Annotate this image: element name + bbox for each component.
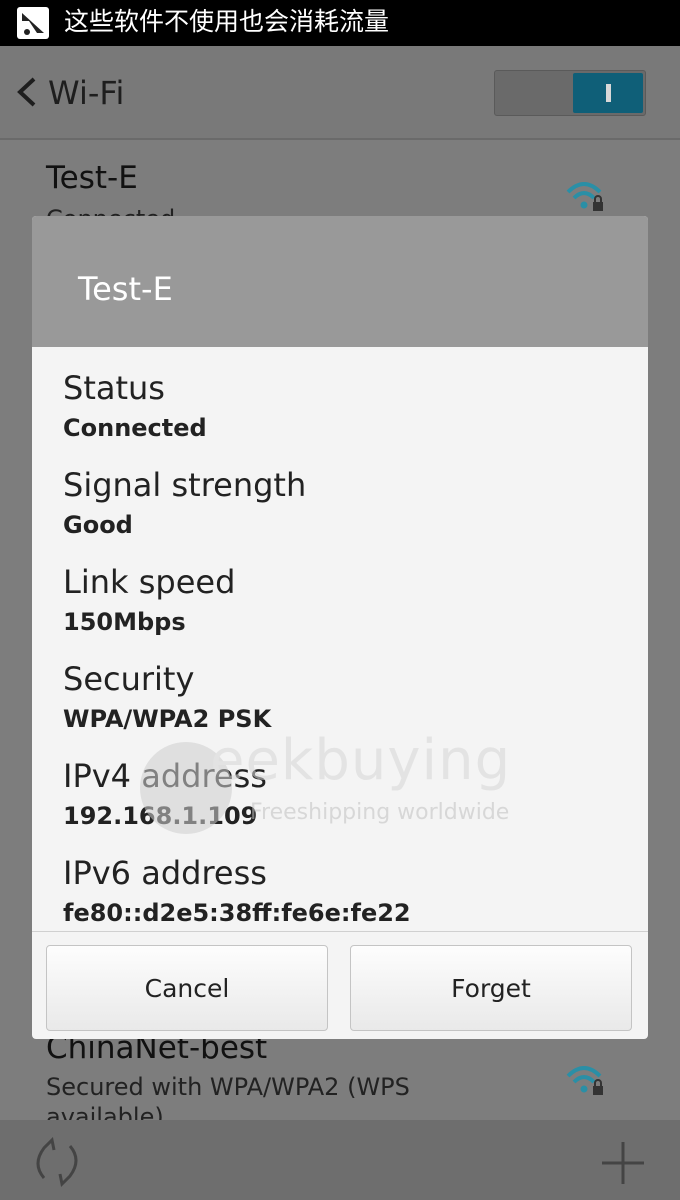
bottom-bar	[0, 1120, 680, 1200]
page-title: Wi-Fi	[48, 74, 125, 112]
forget-button[interactable]: Forget	[350, 945, 632, 1031]
status-label: Status	[63, 369, 165, 407]
action-bar: Wi-Fi	[0, 46, 680, 140]
signal-strength-label: Signal strength	[63, 466, 307, 504]
security-value: WPA/WPA2 PSK	[63, 705, 272, 733]
security-label: Security	[63, 660, 195, 698]
toggle-knob	[573, 73, 643, 113]
bird-app-icon	[17, 7, 49, 39]
dialog-title: Test-E	[78, 270, 173, 308]
ipv4-value: 192.168.1.109	[63, 802, 258, 830]
status-bar: 这些软件不使用也会消耗流量	[0, 0, 680, 46]
ipv4-label: IPv4 address	[63, 757, 267, 795]
cancel-button[interactable]: Cancel	[46, 945, 328, 1031]
network-details-dialog: Test-E Status Connected Signal strength …	[32, 216, 648, 1039]
back-button[interactable]	[14, 76, 42, 108]
link-speed-value: 150Mbps	[63, 608, 186, 636]
toggle-on-mark	[606, 84, 611, 102]
wifi-toggle[interactable]	[494, 70, 646, 116]
refresh-icon[interactable]	[30, 1136, 84, 1188]
wifi-locked-icon	[566, 1066, 603, 1095]
signal-strength-value: Good	[63, 511, 133, 539]
dialog-divider	[32, 931, 648, 932]
link-speed-label: Link speed	[63, 563, 236, 601]
status-value: Connected	[63, 414, 207, 442]
ipv6-value: fe80::d2e5:38ff:fe6e:fe22	[63, 899, 411, 927]
dialog-header: Test-E	[32, 216, 648, 347]
ipv6-label: IPv6 address	[63, 854, 267, 892]
plus-icon[interactable]	[600, 1140, 646, 1186]
notification-text: 这些软件不使用也会消耗流量	[64, 7, 390, 36]
wifi-locked-icon	[566, 182, 603, 211]
chevron-left-icon	[17, 77, 36, 107]
network-name[interactable]: Test-E	[46, 160, 138, 196]
